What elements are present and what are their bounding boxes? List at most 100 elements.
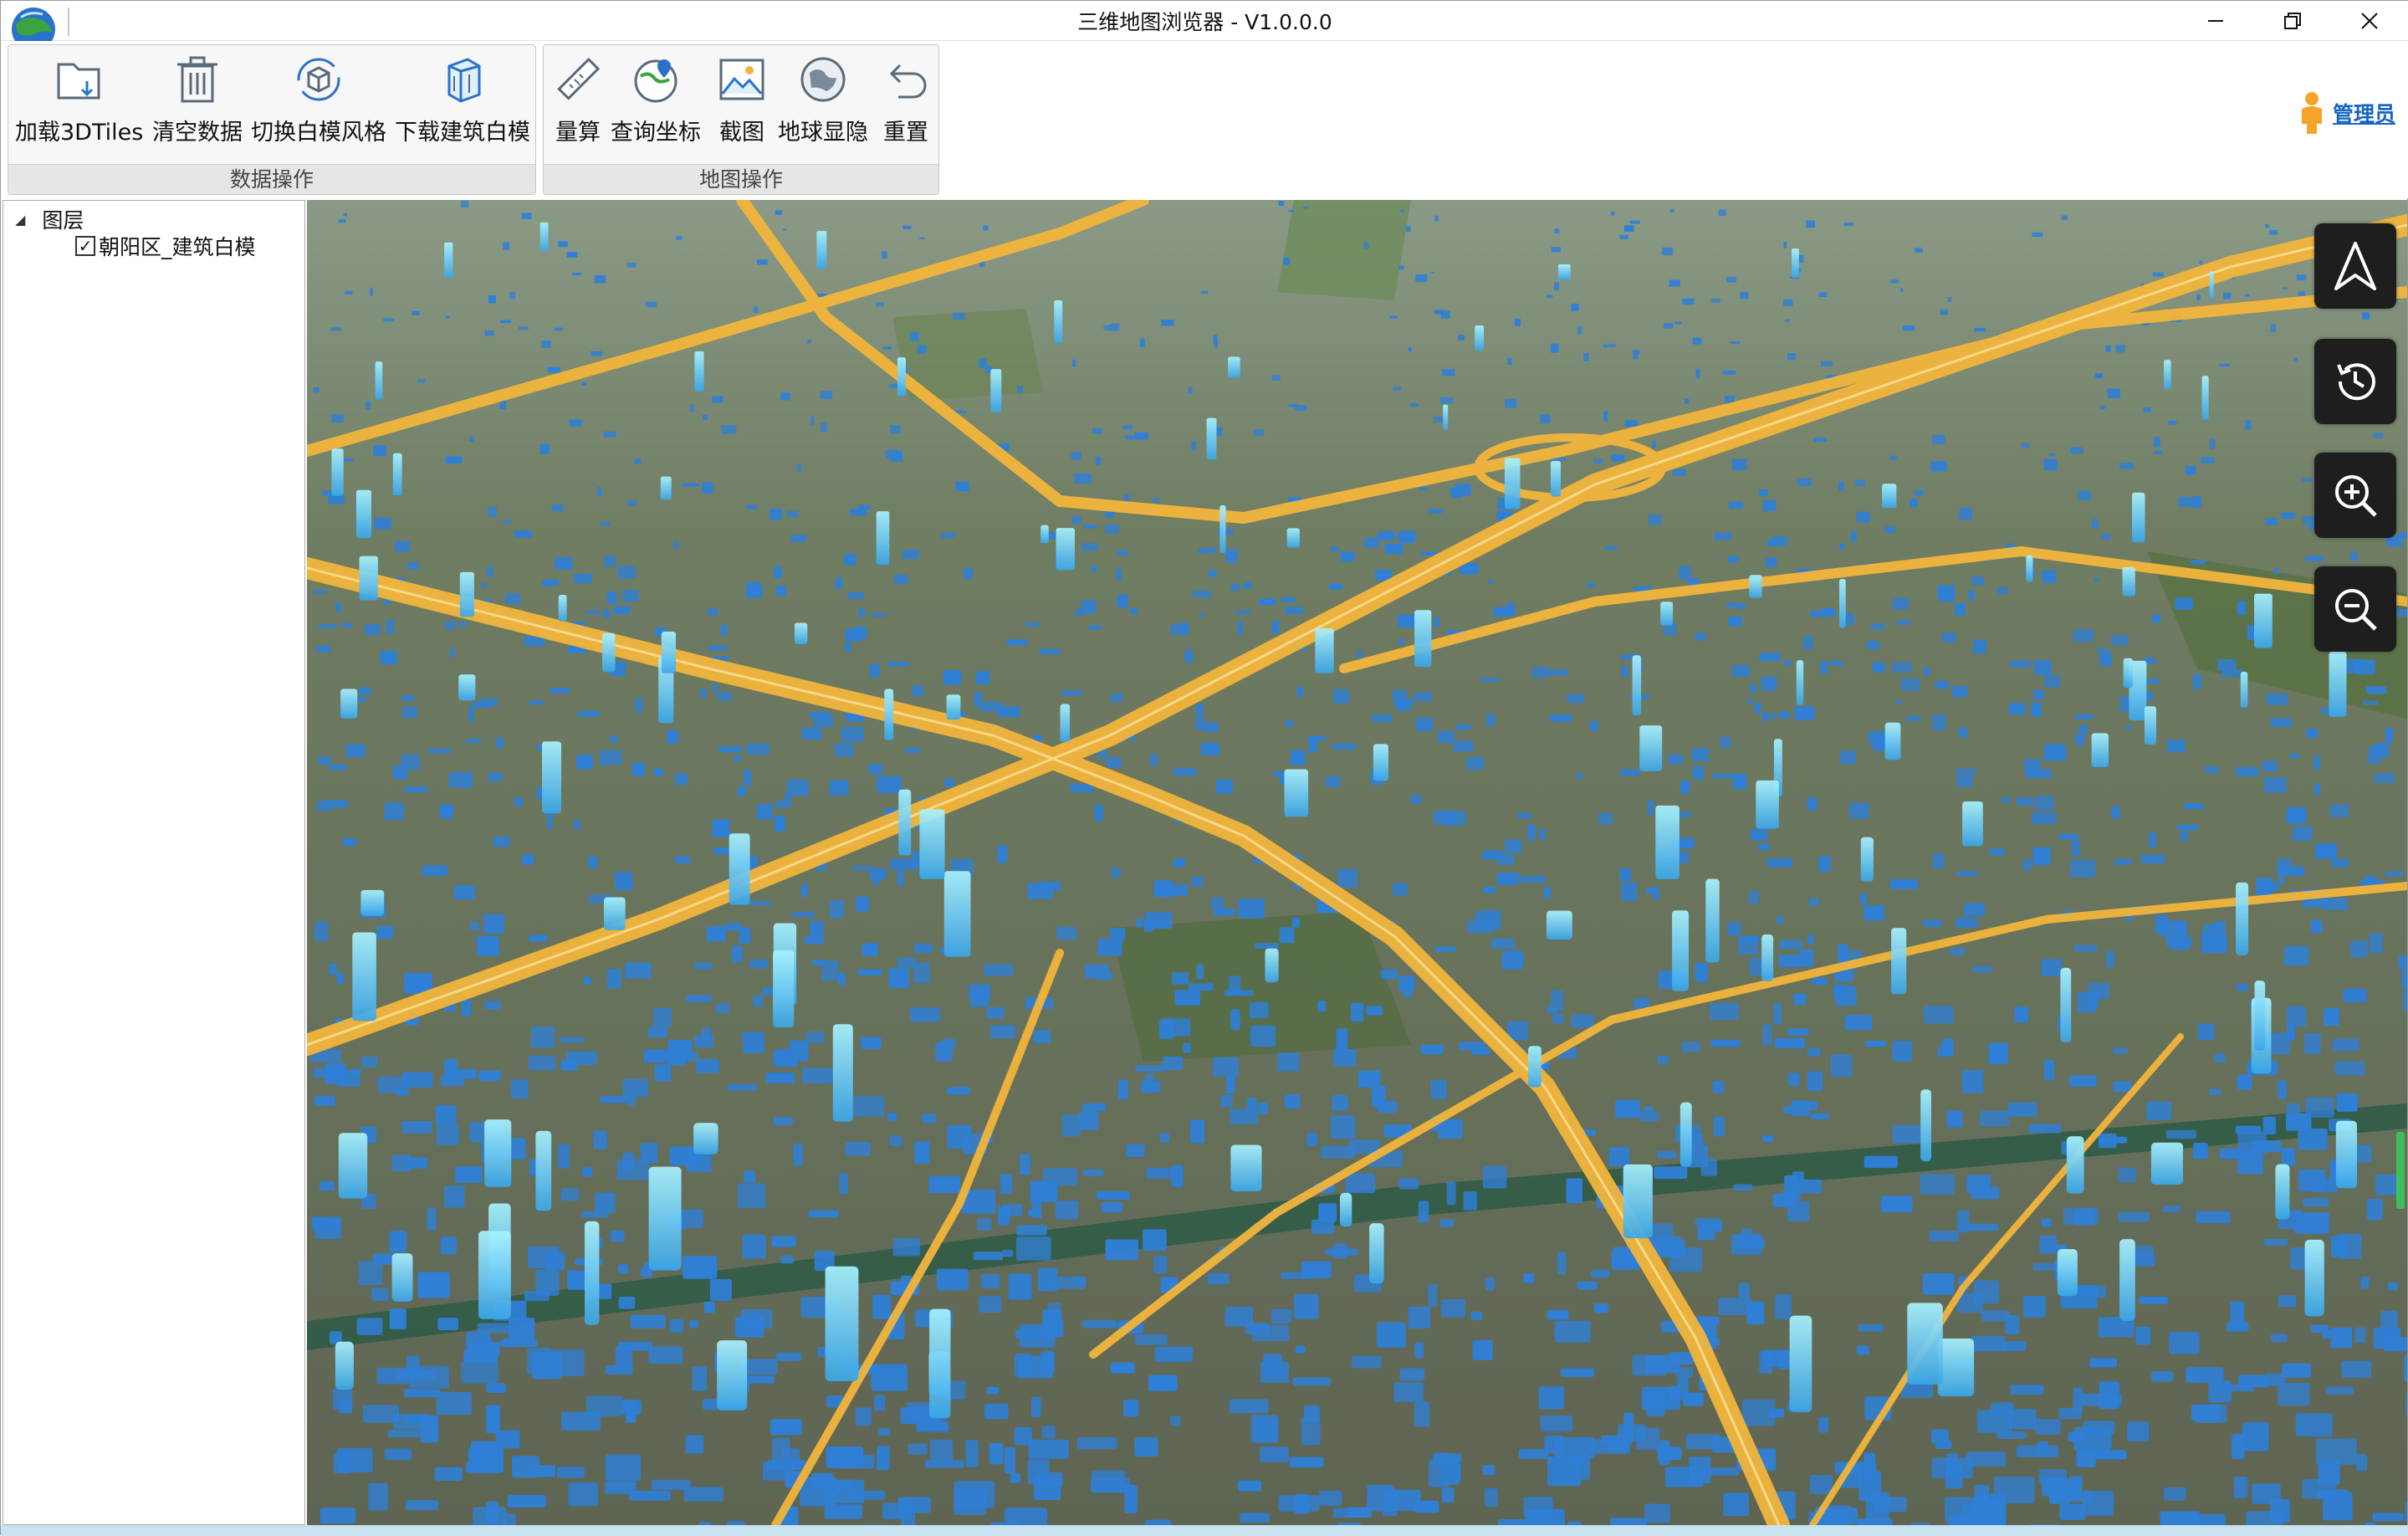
- reset-label: 重置: [883, 120, 928, 146]
- map-3d-view[interactable]: [307, 200, 2407, 1525]
- compass-button[interactable]: [2314, 223, 2396, 309]
- building-footprint: [973, 1252, 1004, 1261]
- user-name[interactable]: 管理员: [2333, 98, 2395, 128]
- building-footprint: [599, 750, 622, 765]
- building-footprint: [1143, 1229, 1167, 1252]
- building-footprint: [2298, 1170, 2326, 1192]
- building-footprint: [597, 487, 602, 497]
- building-footprint: [2252, 1483, 2281, 1504]
- highlighted-tower: [884, 689, 894, 740]
- building-footprint: [2385, 728, 2394, 743]
- building-footprint: [969, 984, 991, 1001]
- minimize-button[interactable]: [2177, 1, 2254, 41]
- building-footprint: [1914, 248, 1923, 253]
- highlighted-tower: [2150, 1142, 2183, 1185]
- building-footprint: [1016, 1225, 1047, 1236]
- building-footprint: [856, 969, 882, 975]
- building-footprint: [943, 669, 962, 685]
- building-footprint: [2311, 1324, 2329, 1333]
- building-footprint: [955, 481, 969, 492]
- building-footprint: [407, 561, 419, 570]
- close-button[interactable]: [2331, 1, 2408, 41]
- user-account[interactable]: 管理员: [2299, 90, 2395, 136]
- building-footprint: [1746, 699, 1754, 704]
- building-footprint: [804, 937, 824, 945]
- building-footprint: [2178, 496, 2194, 508]
- building-footprint: [852, 865, 872, 871]
- building-footprint: [488, 294, 496, 304]
- highlighted-tower: [1756, 780, 1779, 829]
- building-footprint: [1750, 684, 1756, 693]
- building-footprint: [1950, 948, 1966, 956]
- layer-visibility-checkbox[interactable]: ✓: [75, 236, 95, 256]
- tree-expand-icon[interactable]: ◢: [15, 212, 25, 228]
- building-footprint: [2314, 843, 2338, 859]
- building-footprint: [1170, 1416, 1181, 1426]
- building-footprint: [2266, 694, 2288, 705]
- load-3dtiles-button[interactable]: 加载3DTiles: [15, 54, 143, 159]
- zoom-out-button[interactable]: [2314, 566, 2396, 652]
- building-footprint: [1892, 1124, 1921, 1144]
- building-footprint: [615, 1346, 633, 1369]
- highlighted-tower: [876, 511, 890, 565]
- maximize-button[interactable]: [2254, 1, 2331, 41]
- building-footprint: [1949, 1515, 1973, 1525]
- picture-icon: [714, 54, 769, 105]
- building-footprint: [1787, 353, 1796, 361]
- building-footprint: [1081, 600, 1096, 614]
- building-footprint: [1301, 1417, 1321, 1446]
- highlighted-tower: [1884, 722, 1901, 760]
- reset-button[interactable]: 重置: [878, 54, 933, 159]
- switch-style-button[interactable]: 切换白模风格: [251, 54, 386, 159]
- building-footprint: [1692, 337, 1702, 345]
- building-footprint: [1082, 1103, 1107, 1112]
- building-footprint: [2256, 878, 2273, 896]
- toggle-globe-button[interactable]: 地球显隐: [778, 54, 868, 159]
- building-footprint: [686, 1153, 712, 1172]
- building-footprint: [1761, 1135, 1774, 1142]
- highlighted-tower: [331, 448, 344, 496]
- building-footprint: [626, 1092, 637, 1106]
- building-footprint: [613, 606, 631, 615]
- building-footprint: [1713, 1116, 1725, 1137]
- highlighted-tower: [1528, 1046, 1541, 1088]
- highlighted-tower: [604, 897, 626, 930]
- building-footprint: [2113, 1047, 2128, 1054]
- building-footprint: [1405, 226, 1411, 232]
- building-footprint: [1281, 597, 1296, 602]
- screenshot-button[interactable]: 截图: [714, 54, 769, 159]
- building-footprint: [499, 1339, 538, 1347]
- building-footprint: [1807, 1047, 1821, 1057]
- building-footprint: [453, 885, 475, 900]
- highlighted-tower: [1749, 575, 1762, 598]
- building-footprint: [2283, 287, 2288, 289]
- building-footprint: [2044, 675, 2060, 688]
- measure-button[interactable]: 量算: [550, 54, 606, 159]
- building-footprint: [1278, 201, 1285, 207]
- highlighted-tower: [1286, 528, 1300, 548]
- building-footprint: [2009, 660, 2032, 668]
- building-footprint: [1386, 1489, 1421, 1511]
- building-footprint: [1291, 917, 1300, 928]
- building-footprint: [1134, 1334, 1168, 1345]
- download-buildings-button[interactable]: 下载建筑白模: [395, 54, 530, 159]
- view-history-button[interactable]: [2314, 339, 2396, 424]
- building-footprint: [882, 346, 892, 350]
- query-coordinate-button[interactable]: 查询坐标: [611, 54, 701, 159]
- building-footprint: [2265, 518, 2278, 525]
- building-footprint: [1551, 990, 1563, 1011]
- building-footprint: [2405, 1392, 2407, 1416]
- building-footprint: [1466, 756, 1485, 771]
- layer-item[interactable]: ✓ 朝阳区_建筑白模: [75, 231, 256, 261]
- scroll-indicator[interactable]: [2396, 1132, 2405, 1209]
- building-footprint: [2313, 755, 2321, 771]
- building-footprint: [563, 565, 570, 571]
- building-footprint: [1001, 1204, 1023, 1216]
- clear-data-button[interactable]: 清空数据: [152, 54, 243, 159]
- building-footprint: [1028, 1439, 1069, 1459]
- layer-tree-root[interactable]: ◢ 图层: [15, 204, 84, 234]
- measure-label: 量算: [555, 120, 601, 146]
- building-footprint: [1787, 1073, 1800, 1087]
- highlighted-tower: [459, 571, 474, 617]
- zoom-in-button[interactable]: [2314, 453, 2396, 538]
